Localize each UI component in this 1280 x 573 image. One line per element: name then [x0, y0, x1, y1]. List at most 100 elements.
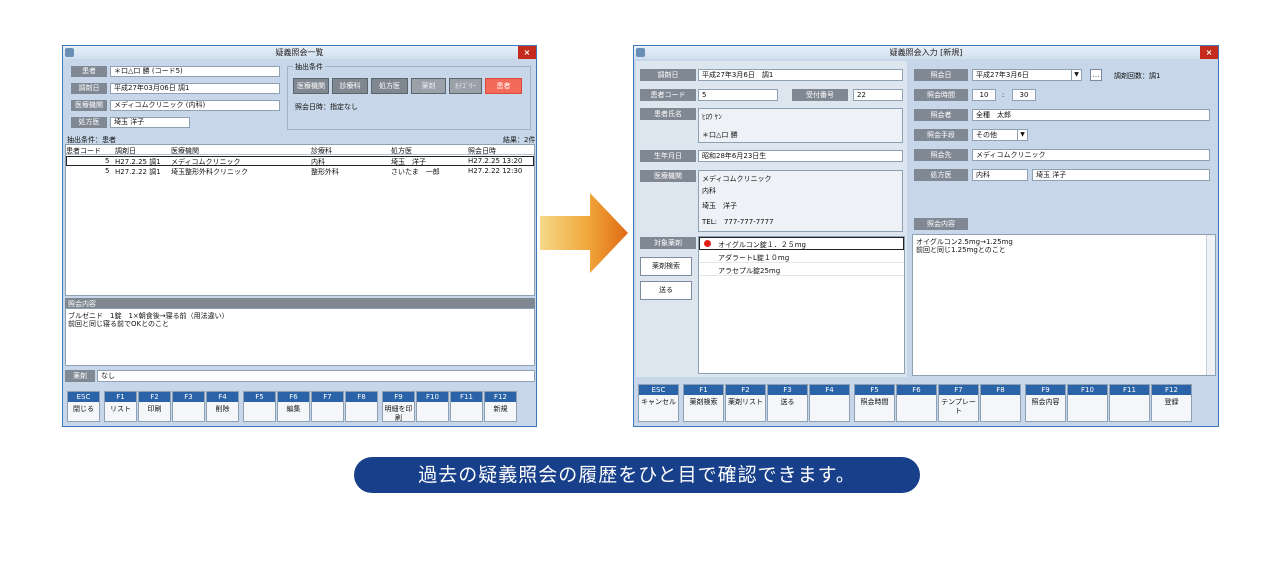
window-title: 疑義照会一覧	[275, 48, 324, 57]
filter-button-1[interactable]: 診療科	[332, 78, 368, 94]
window-title: 疑義照会入力 [新規]	[889, 48, 963, 57]
fkey-text	[312, 402, 343, 405]
fkey-f4[interactable]: F4	[809, 384, 850, 422]
date-field[interactable]: 平成27年03月06日 調1	[110, 83, 280, 94]
fkey-f3[interactable]: F3 送る	[767, 384, 808, 422]
dispense-label: 調剤日	[640, 69, 696, 81]
fkey-f7[interactable]: F7 テンプレート	[938, 384, 979, 422]
content-textarea[interactable]	[912, 234, 1216, 376]
inquiry-date-field[interactable]: 平成27年3月6日 ▼	[972, 69, 1082, 81]
fkey-text: テンプレート	[941, 398, 976, 415]
fkey-text: 薬剤リスト	[728, 398, 763, 406]
time-hour-field[interactable]: 10	[972, 89, 996, 101]
fkey-text: リスト	[110, 405, 131, 413]
table-cell: 整形外科	[311, 168, 339, 176]
fkey-text	[451, 402, 482, 405]
fkey-f8[interactable]: F8	[345, 391, 378, 422]
content-header-bar	[65, 298, 535, 308]
fkey-f6[interactable]: F6 編集	[277, 391, 310, 422]
fkey-f11[interactable]: F11	[450, 391, 483, 422]
drug-search-button[interactable]: 薬剤検索	[640, 257, 692, 276]
fkey-f5[interactable]: F5 照会時間	[854, 384, 895, 422]
fkey-text	[173, 402, 204, 405]
filter-button-0[interactable]: 医療機関	[293, 78, 329, 94]
fkey-f9[interactable]: F9 照会内容	[1025, 384, 1066, 422]
fkey-text: 登録	[1164, 398, 1179, 406]
fkey-f3[interactable]: F3	[172, 391, 205, 422]
filter-button-3[interactable]: 薬剤	[411, 78, 446, 94]
fkey-text	[244, 402, 275, 405]
fkey-text	[1110, 395, 1149, 398]
filter-button-5[interactable]: 患者	[485, 78, 522, 94]
prescriber-dept-field[interactable]: 内科	[972, 169, 1028, 181]
close-icon[interactable]: ×	[1200, 46, 1218, 59]
send-button[interactable]: 送る	[640, 281, 692, 300]
fkey-text: 編集	[286, 405, 301, 413]
fkey-text: 薬剤検索	[689, 398, 718, 406]
fkey-f10[interactable]: F10	[1067, 384, 1108, 422]
fkey-f2[interactable]: F2 印刷	[138, 391, 171, 422]
filter-button-2[interactable]: 処方医	[371, 78, 408, 94]
fkey-f2[interactable]: F2 薬剤リスト	[725, 384, 766, 422]
dispense-count: 調剤回数：調1	[1114, 72, 1161, 80]
app-icon	[65, 48, 74, 57]
fkey-f1[interactable]: F1 薬剤検索	[683, 384, 724, 422]
target-drug-label: 対象薬剤	[640, 237, 696, 249]
fkey-f8[interactable]: F8	[980, 384, 1021, 422]
fkey-label: F1	[105, 392, 136, 402]
hospital-field[interactable]: メディコムクリニック (内科)	[110, 100, 280, 111]
birth-field[interactable]: 昭和28年6月23日生	[698, 150, 903, 162]
calendar-button[interactable]: …	[1090, 69, 1102, 81]
time-minute-field[interactable]: 30	[1012, 89, 1036, 101]
institution-line-3: 埼玉 洋子	[702, 202, 737, 210]
destination-field[interactable]: メディコムクリニック	[972, 149, 1210, 161]
fkey-text: 新規	[493, 405, 508, 413]
fkey-f1[interactable]: F1 リスト	[104, 391, 137, 422]
prescriber-label: 処方医	[914, 169, 968, 181]
close-icon[interactable]: ×	[518, 46, 536, 59]
receipt-no-field[interactable]: 22	[853, 89, 903, 101]
fkey-label: F11	[1110, 385, 1149, 395]
fkey-text: 閉じる	[73, 405, 94, 413]
dispense-field[interactable]: 平成27年3月6日 調1	[698, 69, 903, 81]
destination-label: 照会先	[914, 149, 968, 161]
fkey-f11[interactable]: F11	[1109, 384, 1150, 422]
fkey-label: F2	[726, 385, 765, 395]
patient-field[interactable]: ＊口△口 勝 (コード5)	[110, 66, 280, 77]
fkey-esc[interactable]: ESC キャンセル	[638, 384, 679, 422]
drug-label: 薬剤	[65, 370, 95, 382]
fkey-label: F3	[173, 392, 204, 402]
fkey-text	[417, 402, 448, 405]
drug-name: アダラートL錠１０mg	[718, 254, 790, 262]
fkey-label: F8	[346, 392, 377, 402]
title-bar: 疑義照会一覧 ×	[63, 46, 536, 59]
fkey-f6[interactable]: F6	[896, 384, 937, 422]
fkey-f12[interactable]: F12 新規	[484, 391, 517, 422]
fkey-text	[810, 395, 849, 398]
filter-button-4[interactable]: ｶﾃｺﾞﾘｰ	[449, 78, 482, 94]
doctor-field[interactable]: 埼玉 洋子	[110, 117, 190, 128]
fkey-f4[interactable]: F4 削除	[206, 391, 239, 422]
receipt-no-label: 受付番号	[792, 89, 848, 101]
inquiry-list-window: 疑義照会一覧 × 患者 ＊口△口 勝 (コード5) 調剤日 平成27年03月06…	[62, 45, 537, 427]
method-select[interactable]: その他 ▼	[972, 129, 1028, 141]
fkey-text	[346, 402, 377, 405]
drug-field[interactable]: なし	[97, 370, 535, 382]
chevron-down-icon[interactable]: ▼	[1071, 70, 1081, 80]
birth-label: 生年月日	[640, 150, 696, 162]
filter-datetime: 照会日時：指定なし	[295, 103, 358, 111]
fkey-text	[981, 395, 1020, 398]
fkey-f10[interactable]: F10	[416, 391, 449, 422]
fkey-f5[interactable]: F5	[243, 391, 276, 422]
inquirer-field[interactable]: 全種 太郎	[972, 109, 1210, 121]
prescriber-name-field[interactable]: 埼玉 洋子	[1032, 169, 1210, 181]
fkey-f9[interactable]: F9 明細を印刷	[382, 391, 415, 422]
content-scrollbar[interactable]	[1206, 235, 1215, 375]
patient-code-field[interactable]: 5	[698, 89, 778, 101]
chevron-down-icon[interactable]: ▼	[1017, 130, 1027, 140]
fkey-f12[interactable]: F12 登録	[1151, 384, 1192, 422]
fkey-esc[interactable]: ESC 閉じる	[67, 391, 100, 422]
caption-banner: 過去の疑義照会の履歴をひと目で確認できます。	[354, 457, 920, 493]
fkey-f7[interactable]: F7	[311, 391, 344, 422]
patient-label: 患者	[71, 66, 107, 77]
